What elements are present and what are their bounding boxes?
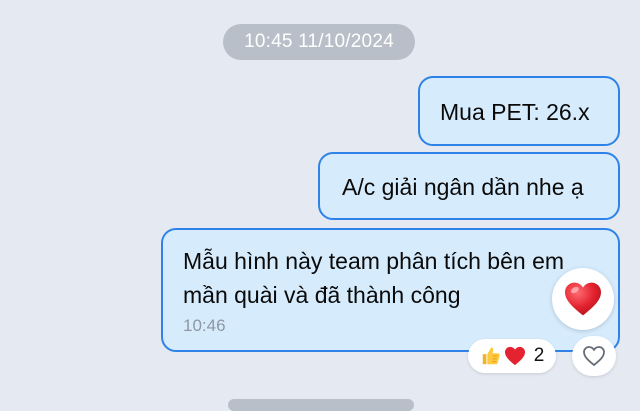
message-bubble[interactable]: Mẫu hình này team phân tích bên em mần q… [161,228,620,352]
next-timestamp-chip [228,399,414,411]
reaction-heart-button[interactable] [552,268,614,330]
heart-icon [504,346,525,366]
message-bubble[interactable]: A/c giải ngân dần nhe ạ [318,152,620,220]
thumbs-up-icon [482,347,500,365]
add-reaction-button[interactable] [572,336,616,376]
message-text: Mua PET: 26.x [440,99,590,125]
message-text: A/c giải ngân dần nhe ạ [342,174,584,200]
reaction-summary[interactable]: 2 [468,339,556,373]
heart-icon [565,282,601,316]
reaction-count: 2 [533,345,545,366]
timestamp-chip: 10:45 11/10/2024 [223,24,415,60]
heart-outline-icon [583,346,605,367]
message-time: 10:46 [183,316,226,335]
message-bubble[interactable]: Mua PET: 26.x [418,76,620,146]
message-text-line: Mẫu hình này team phân tích bên em [183,248,565,274]
